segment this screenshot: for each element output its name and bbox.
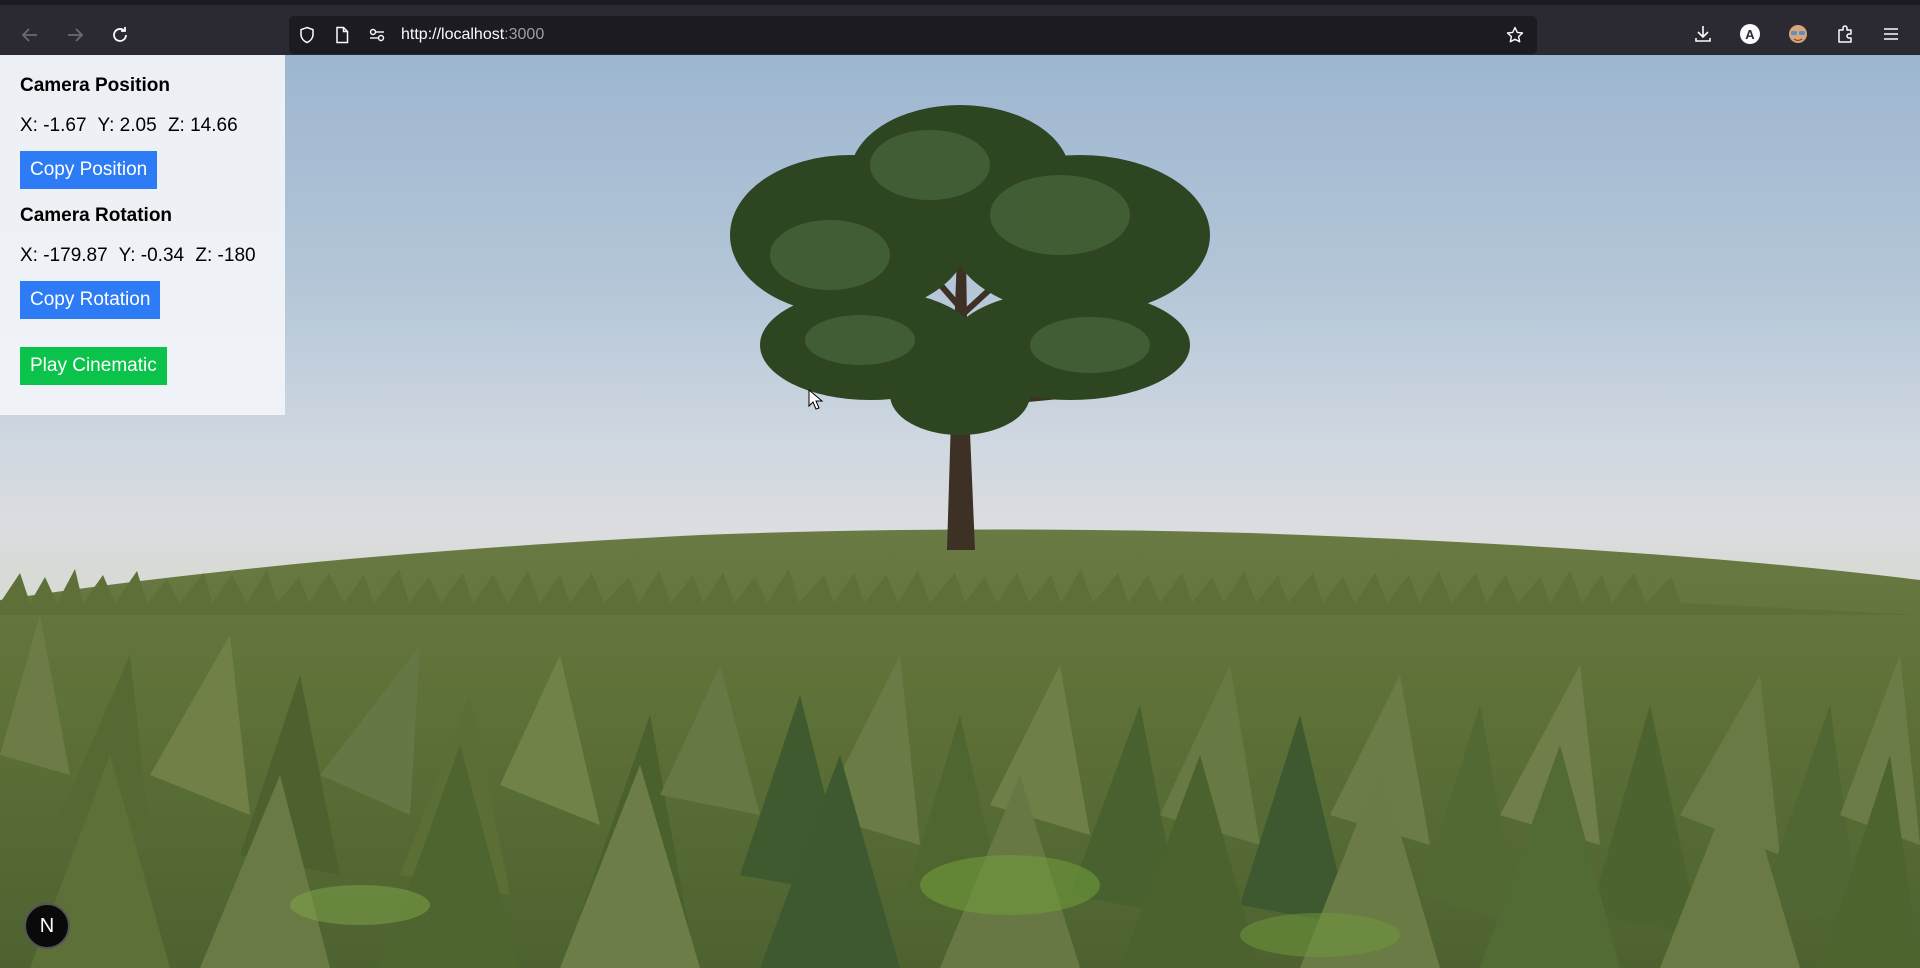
camera-rotation-heading: Camera Rotation (20, 205, 173, 226)
camera-position-heading: Camera Position (20, 75, 170, 96)
reload-icon (113, 27, 127, 42)
reload-button[interactable] (102, 17, 138, 53)
copy-rotation-button[interactable]: Copy Rotation (20, 281, 161, 319)
shield-icon[interactable] (297, 25, 317, 45)
url-host: http://localhost (401, 26, 505, 43)
hamburger-menu-icon[interactable] (1878, 21, 1904, 47)
account-button[interactable]: A (1737, 21, 1763, 47)
play-cinematic-button[interactable]: Play Cinematic (20, 347, 167, 385)
rotation-z: Z: -180 (195, 245, 256, 266)
browser-toolbar: http://localhost:3000 A (0, 0, 1920, 55)
permissions-icon[interactable] (367, 25, 387, 45)
position-z: Z: 14.66 (167, 115, 238, 136)
scene-viewport[interactable]: Camera Position X: -1.67 Y: 2.05 Z: 14.6… (0, 55, 1920, 968)
scene-canvas[interactable] (0, 55, 1920, 968)
camera-panel: Camera Position X: -1.67 Y: 2.05 Z: 14.6… (0, 55, 285, 415)
arrow-right-icon (68, 28, 84, 42)
camera-position-values: X: -1.67 Y: 2.05 Z: 14.66 (20, 115, 265, 137)
download-icon[interactable] (1690, 21, 1716, 47)
url-port: :3000 (504, 26, 545, 43)
page-icon[interactable] (332, 25, 352, 45)
arrow-left-icon (21, 28, 37, 42)
position-y: Y: 2.05 (97, 115, 157, 136)
puzzle-icon[interactable] (1833, 21, 1859, 47)
tree (730, 105, 1210, 550)
copy-position-button[interactable]: Copy Position (20, 151, 158, 189)
rotation-x: X: -179.87 (20, 245, 108, 266)
url-text[interactable]: http://localhost:3000 (401, 26, 544, 44)
account-avatar: A (1740, 24, 1760, 44)
nextjs-dev-badge[interactable]: N (24, 903, 70, 949)
camera-rotation-values: X: -179.87 Y: -0.34 Z: -180 (20, 245, 265, 267)
position-x: X: -1.67 (20, 115, 87, 136)
mouse-cursor-icon (808, 389, 824, 410)
star-icon[interactable] (1505, 25, 1525, 45)
back-button[interactable] (12, 17, 48, 53)
forward-button[interactable] (57, 17, 93, 53)
rotation-y: Y: -0.34 (118, 245, 185, 266)
extension-face-icon[interactable] (1785, 21, 1811, 47)
url-bar[interactable]: http://localhost:3000 (289, 16, 1537, 54)
